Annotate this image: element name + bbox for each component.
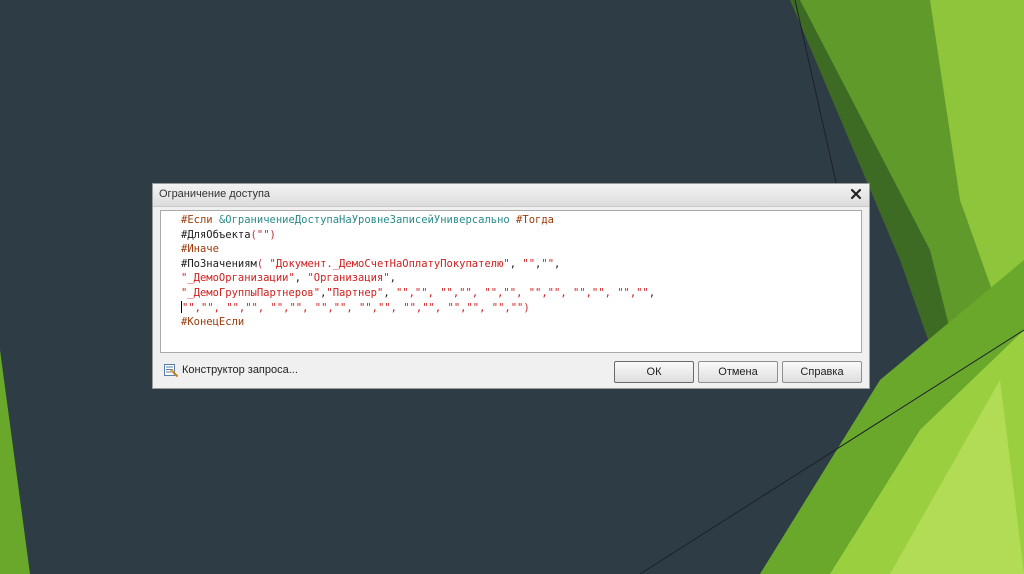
code-token: "" <box>541 257 555 270</box>
code-token: , <box>383 286 396 299</box>
code-token: , <box>554 257 561 270</box>
code-token: ( <box>256 257 270 270</box>
code-line: "","", "","", "","", "","", "","", "",""… <box>181 300 861 316</box>
code-line: "_ДемоГруппыПартнеров","Партнер", "","",… <box>181 286 861 301</box>
code-line: #Если &ОграничениеДоступаНаУровнеЗаписей… <box>181 213 861 228</box>
code-line: #КонецЕсли <box>181 315 861 330</box>
query-builder-icon <box>164 364 179 378</box>
code-token: "" <box>256 228 270 241</box>
code-token: "" <box>522 257 536 270</box>
code-line: #Иначе <box>181 242 861 257</box>
code-token: ) <box>523 301 530 314</box>
ok-button[interactable]: ОК <box>614 361 694 383</box>
code-token: "Партнер" <box>326 286 384 299</box>
query-builder-label: Конструктор запроса... <box>182 364 298 376</box>
code-token: "_ДемоОрганизации" <box>181 272 295 285</box>
code-token: "Документ._ДемоСчетНаОплатуПокупателю" <box>269 257 510 270</box>
code-token: , <box>294 272 308 285</box>
code-token: , <box>389 272 396 285</box>
code-line: #ДляОбъекта("") <box>181 228 861 243</box>
code-token: , <box>648 286 656 299</box>
code-line: "_ДемоОрганизации", "Организация", <box>181 271 861 286</box>
restriction-text-editor[interactable]: #Если &ОграничениеДоступаНаУровнеЗаписей… <box>160 210 862 353</box>
access-restriction-dialog: Ограничение доступа #Если &ОграничениеДо… <box>152 183 870 389</box>
dialog-title: Ограничение доступа <box>159 188 271 200</box>
code-token: , <box>509 257 523 270</box>
dialog-titlebar[interactable]: Ограничение доступа <box>153 184 869 207</box>
code-token: &ОграничениеДоступаНаУровнеЗаписейУнивер… <box>218 214 510 226</box>
query-builder-link[interactable]: Конструктор запроса... <box>163 361 298 379</box>
code-token: #Иначе <box>181 243 219 256</box>
code-token: "Организация" <box>307 272 390 285</box>
code-token: #КонецЕсли <box>181 316 245 329</box>
cancel-button[interactable]: Отмена <box>698 361 778 383</box>
help-button[interactable]: Справка <box>782 361 862 383</box>
code-token: "","", "","", "","", "","", "","", "",""… <box>182 301 524 314</box>
code-line: #ПоЗначениям( "Документ._ДемоСчетНаОплат… <box>181 257 861 272</box>
code-token: #Тогда <box>509 214 554 226</box>
code-token: #ПоЗначениям <box>181 257 257 270</box>
dialog-footer: Конструктор запроса... ОК Отмена Справка <box>153 356 869 388</box>
code-token: ) <box>269 228 276 241</box>
code-token: "_ДемоГруппыПартнеров" <box>181 286 321 299</box>
code-token: #ДляОбъекта <box>181 228 251 241</box>
close-icon[interactable] <box>848 186 864 202</box>
code-token: "","", "","", "","", "","", "","", "","" <box>395 286 649 299</box>
code-token: #Если <box>181 214 219 226</box>
